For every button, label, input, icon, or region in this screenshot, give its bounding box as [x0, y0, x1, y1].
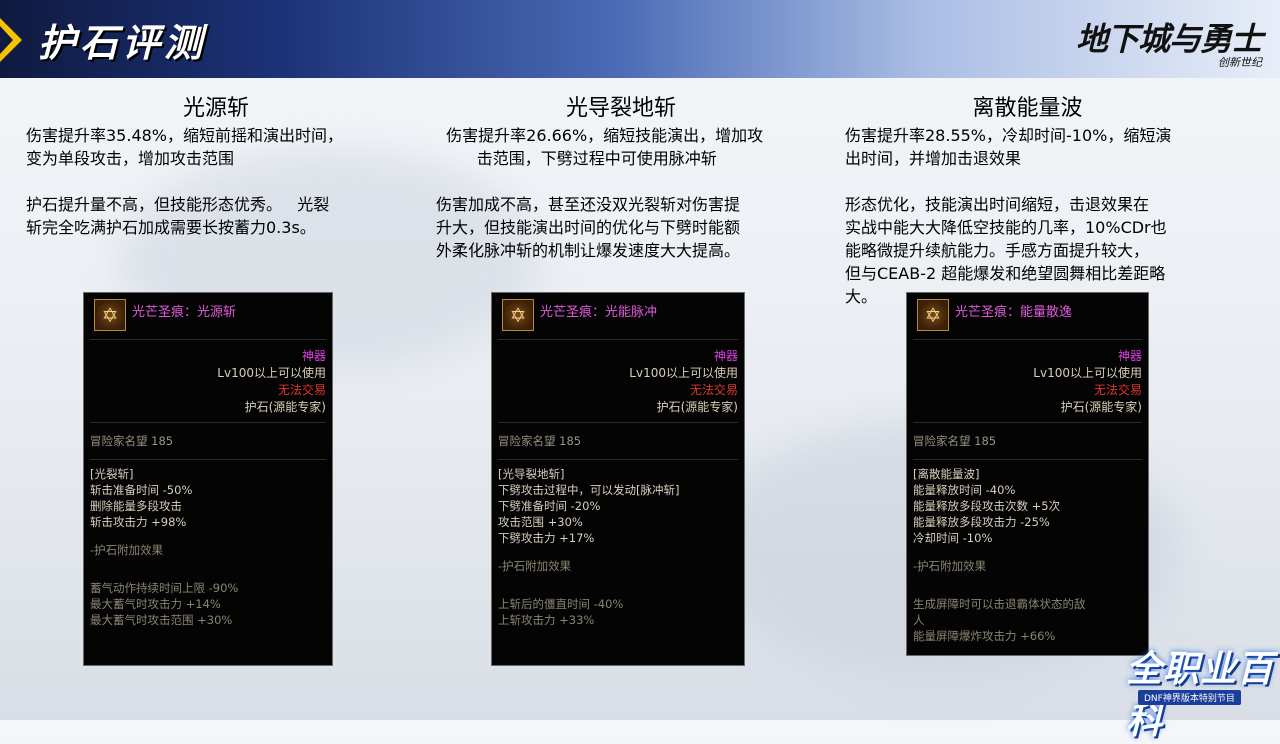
skill-line: 能量释放多段攻击力 -25%: [913, 515, 1050, 529]
tooltip-header: ✡ 光芒圣痕：光能脉冲: [498, 293, 738, 340]
skill-line: [光裂斩]: [90, 467, 134, 481]
skill-line: 下劈攻击过程中，可以发动[脉冲斩]: [498, 483, 680, 497]
extra-line: 最大蓄气时攻击力 +14%: [90, 597, 221, 611]
tooltip-skill-section: [光导裂地斩] 下劈攻击过程中，可以发动[脉冲斩] 下劈准备时间 -20% 攻击…: [498, 459, 738, 628]
column-title: 离散能量波: [972, 96, 1083, 121]
skill-line: 能量释放时间 -40%: [913, 483, 1016, 497]
item-name: 光芒圣痕：光能脉冲: [540, 305, 658, 320]
skill-line: 下劈攻击力 +17%: [498, 531, 595, 545]
skill-line: 攻击范围 +30%: [498, 515, 583, 529]
extra-line: 蓄气动作持续时间上限 -90%: [90, 581, 239, 595]
tooltip-header: ✡ 光芒圣痕：光源斩: [90, 293, 326, 340]
item-fame: 冒险家名望 185: [90, 434, 174, 448]
tooltip-divider: 冒险家名望 185: [913, 422, 1142, 453]
item-rarity: 神器: [713, 349, 738, 363]
skill-line: 冷却时间 -10%: [913, 531, 993, 545]
extra-line: 人: [913, 613, 925, 627]
item-category: 护石(源能专家): [656, 400, 738, 414]
column-title: 光导裂地斩: [565, 96, 676, 121]
skill-line: 下劈准备时间 -20%: [498, 499, 601, 513]
talisman-icon: ✡: [917, 299, 949, 331]
tooltip-divider: 冒险家名望 185: [90, 422, 326, 453]
skill-line: 斩击攻击力 +98%: [90, 515, 187, 529]
item-meta: 神器 Lv100以上可以使用 无法交易 护石(源能专家): [498, 348, 738, 416]
item-category: 护石(源能专家): [1060, 400, 1142, 414]
item-trade: 无法交易: [277, 383, 326, 397]
extra-header: -护石附加效果: [90, 543, 164, 557]
extra-line: 上斩攻击力 +33%: [498, 613, 595, 627]
extra-line: 最大蓄气时攻击范围 +30%: [90, 613, 233, 627]
column-light-source-slash: 光源斩 伤害提升率35.48%，缩短前摇和演出时间， 变为单段攻击，增加攻击范围…: [26, 90, 406, 239]
page-title: 护石评测: [38, 21, 207, 65]
item-fame: 冒险家名望 185: [913, 434, 997, 448]
extra-line: 上斩后的僵直时间 -40%: [498, 597, 624, 611]
extra-header: -护石附加效果: [913, 559, 987, 573]
chevron-inner-icon: [0, 26, 13, 54]
item-name: 光芒圣痕：光源斩: [132, 305, 237, 320]
skill-line: 删除能量多段攻击: [90, 499, 182, 513]
extra-line: 生成屏障时可以击退霸体状态的敌: [913, 597, 1086, 611]
column-text: 伤害提升率26.66%，缩短技能演出，增加攻 击范围，下劈过程中可使用脉冲斩 伤…: [436, 126, 764, 260]
column-text: 伤害提升率28.55%，冷却时间-10%，缩短演 出时间，并增加击退效果 形态优…: [845, 126, 1172, 306]
item-rarity: 神器: [1117, 349, 1142, 363]
item-level: Lv100以上可以使用: [1033, 366, 1142, 380]
item-fame: 冒险家名望 185: [498, 434, 582, 448]
item-trade: 无法交易: [1093, 383, 1142, 397]
item-meta: 神器 Lv100以上可以使用 无法交易 护石(源能专家): [90, 348, 326, 416]
extra-lines: 上斩后的僵直时间 -40% 上斩攻击力 +33%: [498, 596, 738, 628]
item-tooltip: ✡ 光芒圣痕：光能脉冲 神器 Lv100以上可以使用 无法交易 护石(源能专家)…: [491, 292, 745, 666]
badge-sub: DNF神界版本特别节目: [1138, 690, 1241, 705]
talisman-icon: ✡: [502, 299, 534, 331]
extra-lines: 生成屏障时可以击退霸体状态的敌 人 能量屏障爆炸攻击力 +66%: [913, 596, 1142, 644]
column-text: 伤害提升率35.48%，缩短前摇和演出时间， 变为单段攻击，增加攻击范围 护石提…: [26, 126, 344, 237]
game-logo: 地下城与勇士 创新世纪: [1076, 14, 1263, 70]
tooltip-skill-section: [离散能量波] 能量释放时间 -40% 能量释放多段攻击次数 +5次 能量释放多…: [913, 459, 1142, 644]
show-badge-logo: 全职业百科 DNF神界版本特别节目: [1120, 628, 1280, 742]
item-rarity: 神器: [301, 349, 326, 363]
column-light-guide-earth-slash: 光导裂地斩 伤害提升率26.66%，缩短技能演出，增加攻 击范围，下劈过程中可使…: [436, 90, 806, 262]
talisman-icon: ✡: [94, 299, 126, 331]
item-level: Lv100以上可以使用: [217, 366, 326, 380]
item-name: 光芒圣痕：能量散逸: [955, 305, 1073, 320]
skill-line: 斩击准备时间 -50%: [90, 483, 193, 497]
tooltip-divider: 冒险家名望 185: [498, 422, 738, 453]
skill-line: [光导裂地斩]: [498, 467, 565, 481]
item-trade: 无法交易: [689, 383, 738, 397]
extra-line: 能量屏障爆炸攻击力 +66%: [913, 629, 1056, 643]
item-meta: 神器 Lv100以上可以使用 无法交易 护石(源能专家): [913, 348, 1142, 416]
column-discrete-energy-wave: 离散能量波 伤害提升率28.55%，冷却时间-10%，缩短演 出时间，并增加击退…: [845, 90, 1210, 308]
extra-lines: 蓄气动作持续时间上限 -90% 最大蓄气时攻击力 +14% 最大蓄气时攻击范围 …: [90, 580, 326, 628]
skill-line: [离散能量波]: [913, 467, 980, 481]
tooltip-header: ✡ 光芒圣痕：能量散逸: [913, 293, 1142, 340]
item-tooltip: ✡ 光芒圣痕：光源斩 神器 Lv100以上可以使用 无法交易 护石(源能专家) …: [83, 292, 333, 666]
extra-header: -护石附加效果: [498, 559, 572, 573]
item-category: 护石(源能专家): [244, 400, 326, 414]
tooltip-skill-section: [光裂斩] 斩击准备时间 -50% 删除能量多段攻击 斩击攻击力 +98% -护…: [90, 459, 326, 628]
skill-line: 能量释放多段攻击次数 +5次: [913, 499, 1061, 513]
item-level: Lv100以上可以使用: [629, 366, 738, 380]
column-title: 光源斩: [182, 96, 249, 121]
item-tooltip: ✡ 光芒圣痕：能量散逸 神器 Lv100以上可以使用 无法交易 护石(源能专家)…: [906, 292, 1149, 656]
